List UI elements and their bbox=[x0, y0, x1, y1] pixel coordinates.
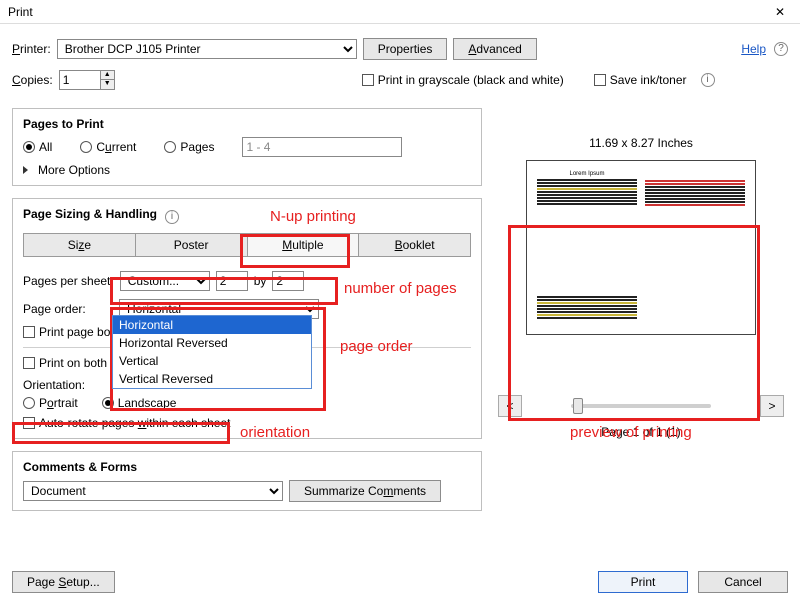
radio-landscape[interactable]: Landscape bbox=[102, 396, 177, 410]
order-option-vertical-rev[interactable]: Vertical Reversed bbox=[113, 370, 311, 388]
advanced-button[interactable]: Advanced bbox=[453, 38, 536, 60]
window-title: Print bbox=[8, 5, 766, 19]
pps-label: Pages per sheet: bbox=[23, 274, 114, 288]
sizing-heading: Page Sizing & Handling bbox=[23, 207, 157, 221]
help-link[interactable]: Help bbox=[741, 42, 766, 56]
more-options-toggle[interactable]: More Options bbox=[23, 163, 471, 177]
printer-select[interactable]: Brother DCP J105 Printer bbox=[57, 39, 357, 59]
preview-page-label: Page 1 of 1 (1) bbox=[494, 425, 788, 439]
properties-button[interactable]: Properties bbox=[363, 38, 448, 60]
tab-multiple[interactable]: Multiple bbox=[248, 233, 360, 257]
next-page-button[interactable]: > bbox=[760, 395, 784, 417]
dialog-footer: Page Setup... Print Cancel bbox=[12, 571, 788, 593]
titlebar: Print ✕ bbox=[0, 0, 800, 24]
order-label: Page order: bbox=[23, 302, 113, 316]
print-preview: Lorem Ipsum bbox=[526, 160, 756, 335]
order-option-horizontal[interactable]: Horizontal bbox=[113, 316, 311, 334]
info-icon[interactable]: i bbox=[165, 210, 179, 224]
dialog-content: Printer: Brother DCP J105 Printer Proper… bbox=[0, 24, 800, 601]
spin-up-icon[interactable]: ▲ bbox=[100, 71, 114, 80]
preview-dimensions: 11.69 x 8.27 Inches bbox=[494, 136, 788, 150]
pps-mode-select[interactable]: Custom... bbox=[120, 271, 210, 291]
comments-section: Comments & Forms Document Summarize Comm… bbox=[12, 451, 482, 511]
tab-poster[interactable]: Poster bbox=[136, 233, 248, 257]
tab-size[interactable]: Size bbox=[23, 233, 136, 257]
summarize-comments-button[interactable]: Summarize Comments bbox=[289, 480, 441, 502]
comments-heading: Comments & Forms bbox=[23, 460, 471, 474]
order-option-vertical[interactable]: Vertical bbox=[113, 352, 311, 370]
pages-range-input[interactable] bbox=[242, 137, 402, 157]
page-order-dropdown[interactable]: Horizontal Horizontal Reversed Vertical … bbox=[112, 315, 312, 389]
radio-all[interactable]: All bbox=[23, 140, 52, 154]
zoom-slider[interactable] bbox=[571, 404, 711, 408]
pages-to-print-section: Pages to Print All Current Pages More Op… bbox=[12, 108, 482, 186]
pages-heading: Pages to Print bbox=[23, 117, 471, 131]
close-icon[interactable]: ✕ bbox=[766, 5, 794, 19]
copies-row: Copies: ▲▼ Print in grayscale (black and… bbox=[12, 70, 788, 90]
comments-select[interactable]: Document bbox=[23, 481, 283, 501]
cancel-button[interactable]: Cancel bbox=[698, 571, 788, 593]
copies-label: Copies: bbox=[12, 73, 53, 87]
sizing-section: Page Sizing & Handling i Size Poster Mul… bbox=[12, 198, 482, 439]
page-setup-button[interactable]: Page Setup... bbox=[12, 571, 115, 593]
radio-pages[interactable]: Pages bbox=[164, 140, 214, 154]
pps-y-input[interactable] bbox=[272, 271, 304, 291]
spin-down-icon[interactable]: ▼ bbox=[100, 80, 114, 89]
saveink-checkbox[interactable]: Save ink/toner bbox=[594, 73, 687, 87]
chevron-right-icon bbox=[23, 166, 28, 174]
left-column: Pages to Print All Current Pages More Op… bbox=[12, 96, 482, 511]
info-icon[interactable]: i bbox=[701, 73, 715, 87]
copies-spinner[interactable]: ▲▼ bbox=[59, 70, 115, 90]
sizing-tabs: Size Poster Multiple Booklet bbox=[23, 233, 471, 257]
pps-x-input[interactable] bbox=[216, 271, 248, 291]
copies-input[interactable] bbox=[60, 71, 100, 89]
preview-nav: < > bbox=[494, 395, 788, 417]
grayscale-checkbox[interactable]: Print in grayscale (black and white) bbox=[362, 73, 564, 87]
printer-row: Printer: Brother DCP J105 Printer Proper… bbox=[12, 38, 788, 60]
radio-portrait[interactable]: Portrait bbox=[23, 396, 78, 410]
prev-page-button[interactable]: < bbox=[498, 395, 522, 417]
autorotate-checkbox[interactable]: Auto-rotate pages within each sheet bbox=[23, 416, 230, 430]
pps-by-label: by bbox=[254, 274, 267, 288]
order-option-horizontal-rev[interactable]: Horizontal Reversed bbox=[113, 334, 311, 352]
preview-column: 11.69 x 8.27 Inches Lorem Ipsum < > Page… bbox=[494, 136, 788, 439]
help-icon[interactable]: ? bbox=[774, 42, 788, 56]
radio-current[interactable]: Current bbox=[80, 140, 136, 154]
print-button[interactable]: Print bbox=[598, 571, 688, 593]
tab-booklet[interactable]: Booklet bbox=[359, 233, 471, 257]
orientation-label: Orientation: bbox=[23, 378, 85, 392]
printer-label: Printer: bbox=[12, 42, 51, 56]
